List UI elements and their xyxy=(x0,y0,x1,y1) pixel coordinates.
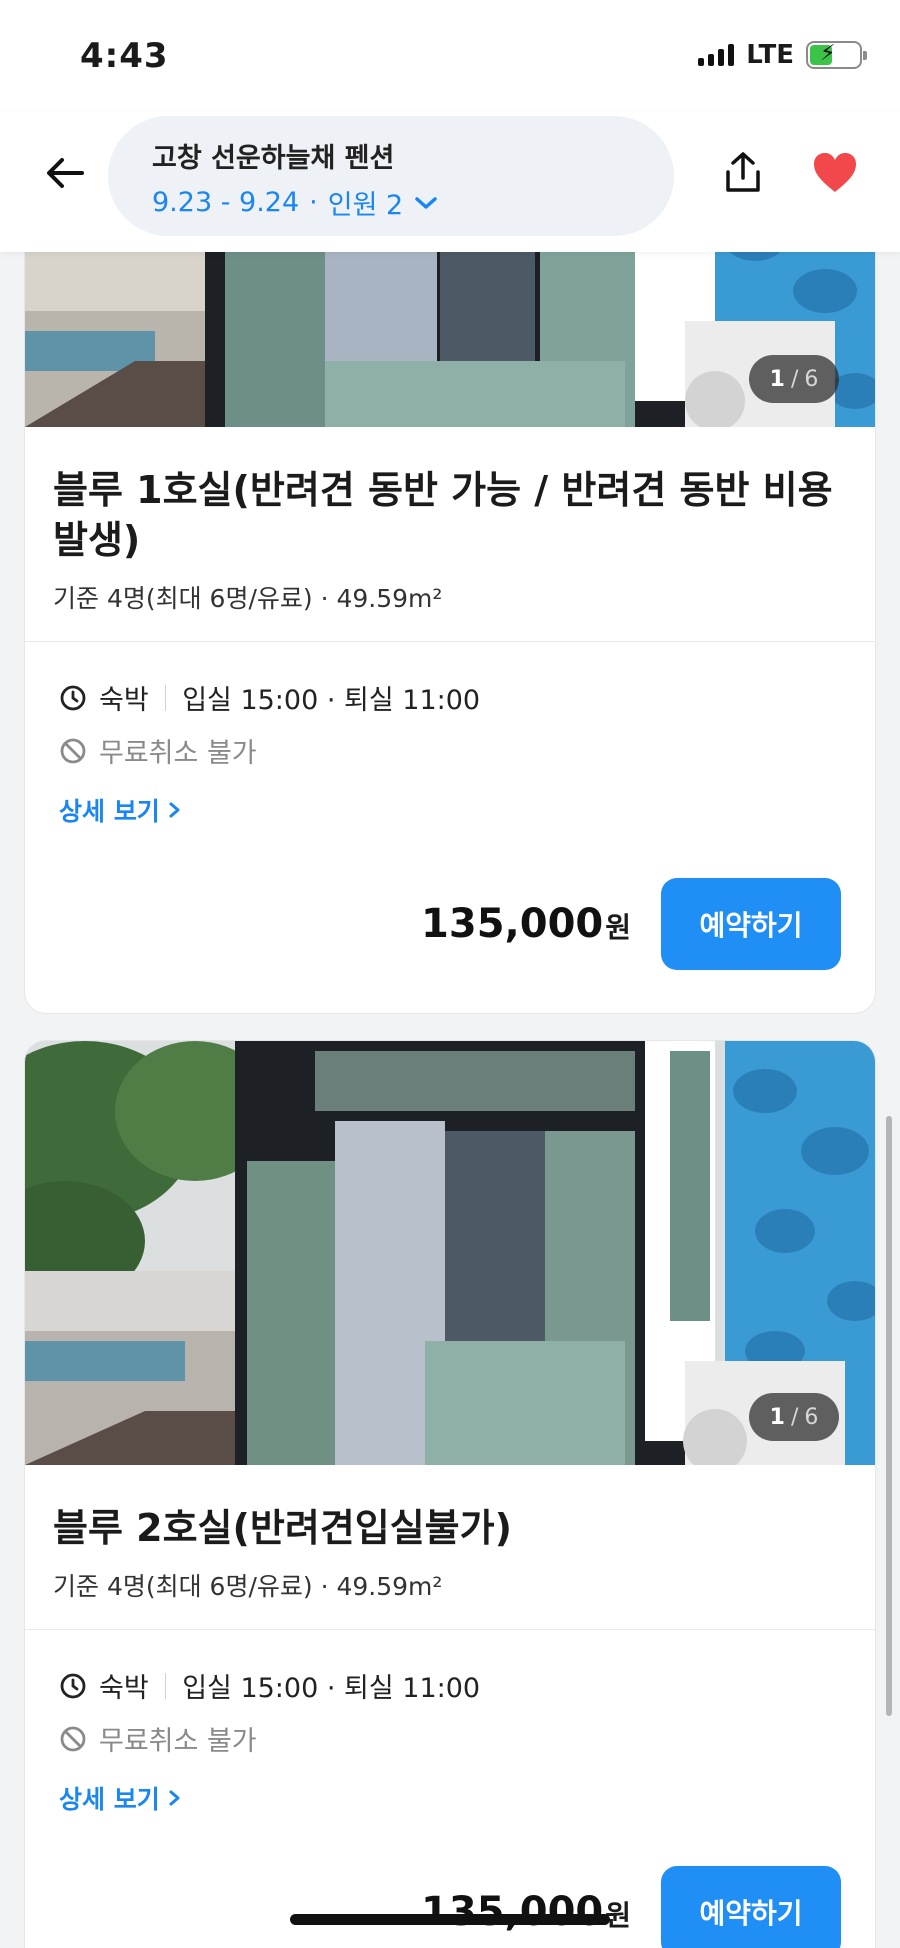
stay-type: 숙박 xyxy=(99,685,149,716)
header: 고창 선운하늘채 펜션 9.23 - 9.24 · 인원 2 xyxy=(0,112,900,252)
checkin-checkout: 입실 15:00 · 퇴실 11:00 xyxy=(182,685,481,716)
price-amount-wrap: 135,000원 xyxy=(421,901,631,947)
wishlist-button[interactable] xyxy=(810,148,860,198)
stay-type: 숙박 xyxy=(99,1673,149,1704)
photo-counter-total: 6 xyxy=(804,366,819,392)
photo-counter-current: 1 xyxy=(769,366,785,392)
clock-icon xyxy=(60,1673,86,1698)
chevron-right-icon xyxy=(169,802,180,818)
battery-icon: ⚡ xyxy=(806,41,867,69)
cancel-row: 무료취소 불가 xyxy=(59,1719,841,1758)
dot-separator: · xyxy=(309,187,318,218)
room-policy: 숙박 입실 15:00 · 퇴실 11:00 무료취소 불가 상세 보기 135… xyxy=(25,1630,875,1948)
price: 135,000 xyxy=(421,901,604,947)
checkin-checkout: 입실 15:00 · 퇴실 11:00 xyxy=(182,1673,481,1704)
room-card: 1 / 6 블루 2호실(반려견입실불가) 기준 4명(최대 6명/유료) · … xyxy=(24,1040,876,1948)
detail-link-label: 상세 보기 xyxy=(59,797,160,826)
room-photo[interactable]: 1 / 6 xyxy=(25,1041,875,1465)
back-button[interactable] xyxy=(40,148,90,198)
date-range: 9.23 - 9.24 xyxy=(152,187,300,218)
price-row: 135,000원 예약하기 xyxy=(421,1866,841,1948)
chevron-down-icon xyxy=(415,196,437,209)
cancel-policy: 무료취소 불가 xyxy=(99,1726,257,1757)
signal-icon xyxy=(698,44,735,66)
room-policy: 숙박 입실 15:00 · 퇴실 11:00 무료취소 불가 상세 보기 135… xyxy=(25,642,875,1013)
cancel-policy: 무료취소 불가 xyxy=(99,738,257,769)
photo-counter-current: 1 xyxy=(769,1404,785,1430)
home-indicator[interactable] xyxy=(290,1914,610,1925)
search-summary-pill[interactable]: 고창 선운하늘채 펜션 9.23 - 9.24 · 인원 2 xyxy=(108,116,674,236)
clock-icon xyxy=(60,685,86,710)
property-name: 고창 선운하늘채 펜션 xyxy=(152,143,395,174)
chevron-right-icon xyxy=(169,1790,180,1806)
reserve-button[interactable]: 예약하기 xyxy=(661,1866,841,1948)
no-entry-icon xyxy=(60,1726,86,1751)
currency: 원 xyxy=(605,911,631,944)
network-label: LTE xyxy=(746,40,794,70)
room-title: 블루 2호실(반려견입실불가) xyxy=(53,1506,512,1550)
room-photo-image xyxy=(25,1041,875,1465)
search-conditions: 9.23 - 9.24 · 인원 2 xyxy=(152,183,630,222)
room-card: 1 / 6 블루 1호실(반려견 동반 가능 / 반려견 동반 비용 발생) 기… xyxy=(24,200,876,1014)
back-arrow-icon xyxy=(47,158,84,188)
status-bar: 4:43 LTE ⚡ xyxy=(0,0,900,112)
detail-link[interactable]: 상세 보기 xyxy=(59,792,841,828)
price: 135,000 xyxy=(421,1889,604,1935)
room-info: 블루 2호실(반려견입실불가) 기준 4명(최대 6명/유료) · 49.59m… xyxy=(25,1465,875,1630)
price-amount-wrap: 135,000원 xyxy=(421,1889,631,1935)
heart-icon xyxy=(814,153,856,192)
no-entry-icon xyxy=(60,738,86,763)
divider xyxy=(164,1672,167,1699)
divider xyxy=(164,684,167,711)
share-button[interactable] xyxy=(718,148,768,198)
room-capacity: 기준 4명(최대 6명/유료) · 49.59m² xyxy=(53,584,443,613)
share-icon xyxy=(726,152,760,192)
photo-counter: 1 / 6 xyxy=(749,355,839,403)
room-info: 블루 1호실(반려견 동반 가능 / 반려견 동반 비용 발생) 기준 4명(최… xyxy=(25,427,875,642)
room-title: 블루 1호실(반려견 동반 가능 / 반려견 동반 비용 발생) xyxy=(53,468,833,562)
cancel-row: 무료취소 불가 xyxy=(59,731,841,770)
stay-row: 숙박 입실 15:00 · 퇴실 11:00 xyxy=(59,678,841,717)
guest-count: 인원 2 xyxy=(327,190,404,221)
room-capacity: 기준 4명(최대 6명/유료) · 49.59m² xyxy=(53,1572,443,1601)
status-time: 4:43 xyxy=(80,36,169,76)
detail-link[interactable]: 상세 보기 xyxy=(59,1780,841,1816)
status-indicators: LTE ⚡ xyxy=(698,40,867,70)
reserve-button[interactable]: 예약하기 xyxy=(661,878,841,970)
detail-link-label: 상세 보기 xyxy=(59,1785,160,1814)
price-row: 135,000원 예약하기 xyxy=(421,878,841,970)
photo-counter: 1 / 6 xyxy=(749,1393,839,1441)
photo-counter-total: 6 xyxy=(804,1404,819,1430)
scrollbar[interactable] xyxy=(886,1116,892,1716)
stay-row: 숙박 입실 15:00 · 퇴실 11:00 xyxy=(59,1666,841,1705)
